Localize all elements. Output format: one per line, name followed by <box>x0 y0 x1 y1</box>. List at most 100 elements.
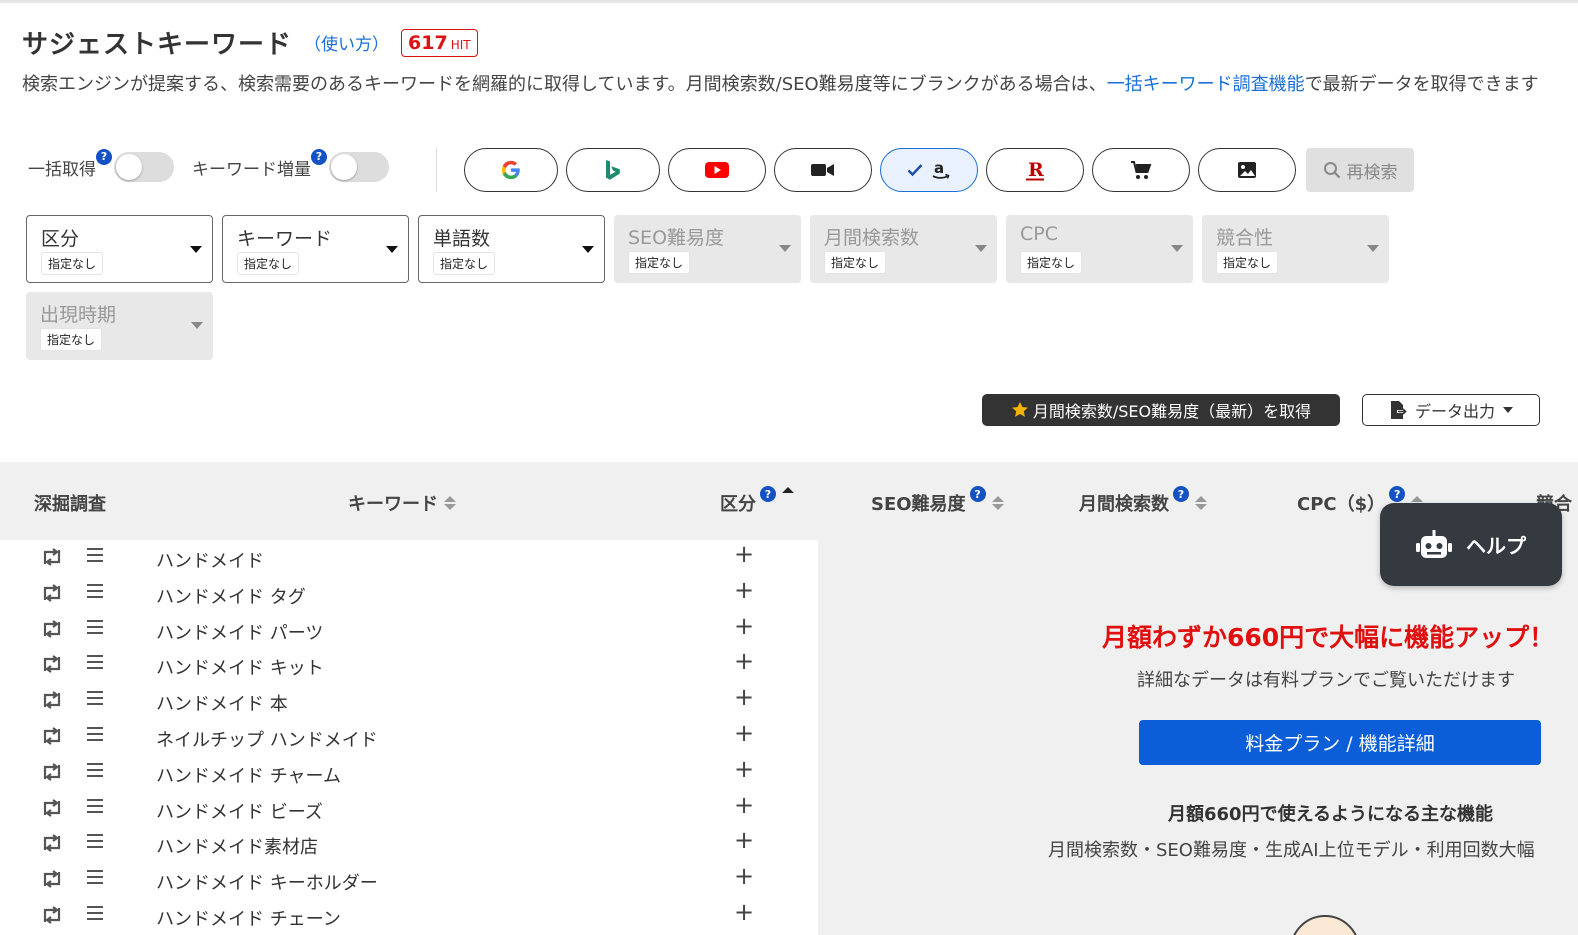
file-export-icon <box>1390 401 1407 419</box>
research-label: 再検索 <box>1346 162 1398 183</box>
menu-icon[interactable] <box>86 904 104 922</box>
menu-icon[interactable] <box>86 582 104 600</box>
add-category-button[interactable]: + <box>734 576 754 604</box>
help-question-icon[interactable]: ? <box>96 148 112 165</box>
fetch-latest-button[interactable]: 月間検索数/SEO難易度（最新）を取得 <box>982 394 1340 426</box>
add-category-button[interactable]: + <box>734 540 754 568</box>
help-question-icon[interactable]: ? <box>760 486 776 502</box>
sort-icon[interactable] <box>444 496 456 510</box>
keyword-text[interactable]: ハンドメイド <box>156 547 264 573</box>
engine-selector: a R 再検索 <box>464 148 1414 192</box>
add-category-button[interactable]: + <box>734 898 754 926</box>
engine-google-button[interactable] <box>464 148 558 192</box>
search-icon <box>1323 162 1340 179</box>
help-label: ヘルプ <box>1466 534 1526 558</box>
caret-down-icon <box>191 322 203 329</box>
chevron-down-icon <box>1503 407 1513 413</box>
svg-text:R: R <box>1028 159 1044 181</box>
help-question-icon[interactable]: ? <box>1389 486 1406 502</box>
filter-keyword[interactable]: キーワード 指定なし <box>222 215 409 283</box>
header-deep-dive: 深掘調査 <box>34 494 106 515</box>
engine-image-button[interactable] <box>1198 148 1296 192</box>
repeat-icon[interactable] <box>40 797 64 819</box>
menu-icon[interactable] <box>86 761 104 779</box>
sort-asc-icon[interactable] <box>782 487 794 501</box>
engine-amazon-button[interactable]: a <box>880 148 978 192</box>
filter-seo-difficulty: SEO難易度 指定なし <box>614 215 801 283</box>
menu-icon[interactable] <box>86 797 104 815</box>
filter-word-count[interactable]: 単語数 指定なし <box>418 215 605 283</box>
add-category-button[interactable]: + <box>734 862 754 890</box>
repeat-icon[interactable] <box>40 904 64 926</box>
sort-icon[interactable] <box>991 496 1004 510</box>
add-category-button[interactable]: + <box>734 683 754 711</box>
keyword-text[interactable]: ハンドメイド素材店 <box>156 833 318 859</box>
table-row: ハンドメイド キット + <box>0 647 818 683</box>
help-question-icon[interactable]: ? <box>311 148 327 165</box>
google-icon <box>501 160 520 180</box>
add-category-button[interactable]: + <box>734 612 754 640</box>
engine-youtube-button[interactable] <box>668 148 766 192</box>
help-question-icon[interactable]: ? <box>969 486 986 502</box>
table-row: ハンドメイド ビーズ + <box>0 791 818 827</box>
repeat-icon[interactable] <box>40 618 64 640</box>
data-export-button[interactable]: データ出力 <box>1362 394 1540 426</box>
robot-icon <box>1416 529 1452 558</box>
keyword-text[interactable]: ネイルチップ ハンドメイド <box>156 726 378 752</box>
keyword-text[interactable]: ハンドメイド パーツ <box>156 619 323 645</box>
menu-icon[interactable] <box>86 546 104 564</box>
bulk-fetch-label: 一括取得? <box>28 148 112 180</box>
table-row: ネイルチップ ハンドメイド + <box>0 719 818 755</box>
hit-count-badge: 617 HIT <box>401 28 478 57</box>
keyword-text[interactable]: ハンドメイド キット <box>156 654 324 680</box>
keyword-expand-toggle[interactable] <box>329 152 389 182</box>
keyword-text[interactable]: ハンドメイド 本 <box>156 690 288 716</box>
repeat-icon[interactable] <box>40 582 64 604</box>
engine-rakuten-button[interactable]: R <box>986 148 1084 192</box>
pricing-plan-button[interactable]: 料金プラン / 機能詳細 <box>1139 720 1541 765</box>
keyword-text[interactable]: ハンドメイド チャーム <box>156 762 341 788</box>
help-question-icon[interactable]: ? <box>1173 486 1189 502</box>
help-button[interactable]: ヘルプ <box>1380 503 1562 586</box>
header: サジェストキーワード （使い方） 617 HIT <box>22 24 478 61</box>
menu-icon[interactable] <box>86 868 104 886</box>
header-monthly-search[interactable]: 月間検索数? <box>1079 486 1207 516</box>
filter-category[interactable]: 区分 指定なし <box>26 215 213 283</box>
engine-video-button[interactable] <box>774 148 872 192</box>
repeat-icon[interactable] <box>40 725 64 747</box>
header-keyword[interactable]: キーワード <box>348 490 456 516</box>
keyword-text[interactable]: ハンドメイド キーホルダー <box>156 869 378 895</box>
keyword-text[interactable]: ハンドメイド ビーズ <box>156 798 323 824</box>
bulk-keyword-link[interactable]: 一括キーワード調査機能 <box>1107 74 1305 95</box>
menu-icon[interactable] <box>86 832 104 850</box>
menu-icon[interactable] <box>86 653 104 671</box>
bulk-fetch-toggle[interactable] <box>114 152 174 182</box>
menu-icon[interactable] <box>86 618 104 636</box>
engine-shopping-button[interactable] <box>1092 148 1190 192</box>
keyword-text[interactable]: ハンドメイド タグ <box>156 583 306 609</box>
add-category-button[interactable]: + <box>734 755 754 783</box>
research-button[interactable]: 再検索 <box>1306 148 1414 192</box>
engine-bing-button[interactable] <box>566 148 660 192</box>
header-category[interactable]: 区分? <box>720 486 794 516</box>
repeat-icon[interactable] <box>40 689 64 711</box>
keyword-text[interactable]: ハンドメイド チェーン <box>156 905 341 931</box>
hit-count: 617 <box>408 31 448 54</box>
menu-icon[interactable] <box>86 689 104 707</box>
add-category-button[interactable]: + <box>734 826 754 854</box>
repeat-icon[interactable] <box>40 546 64 568</box>
page-title: サジェストキーワード <box>22 30 293 60</box>
repeat-icon[interactable] <box>40 653 64 675</box>
sort-icon[interactable] <box>1195 496 1207 510</box>
repeat-icon[interactable] <box>40 761 64 783</box>
howto-link[interactable]: （使い方） <box>304 30 389 55</box>
menu-icon[interactable] <box>86 725 104 743</box>
add-category-button[interactable]: + <box>734 647 754 675</box>
repeat-icon[interactable] <box>40 868 64 890</box>
add-category-button[interactable]: + <box>734 719 754 747</box>
header-seo-difficulty[interactable]: SEO難易度? <box>871 486 1004 516</box>
add-category-button[interactable]: + <box>734 791 754 819</box>
repeat-icon[interactable] <box>40 832 64 854</box>
check-icon <box>907 164 923 177</box>
data-export-label: データ出力 <box>1414 402 1495 421</box>
